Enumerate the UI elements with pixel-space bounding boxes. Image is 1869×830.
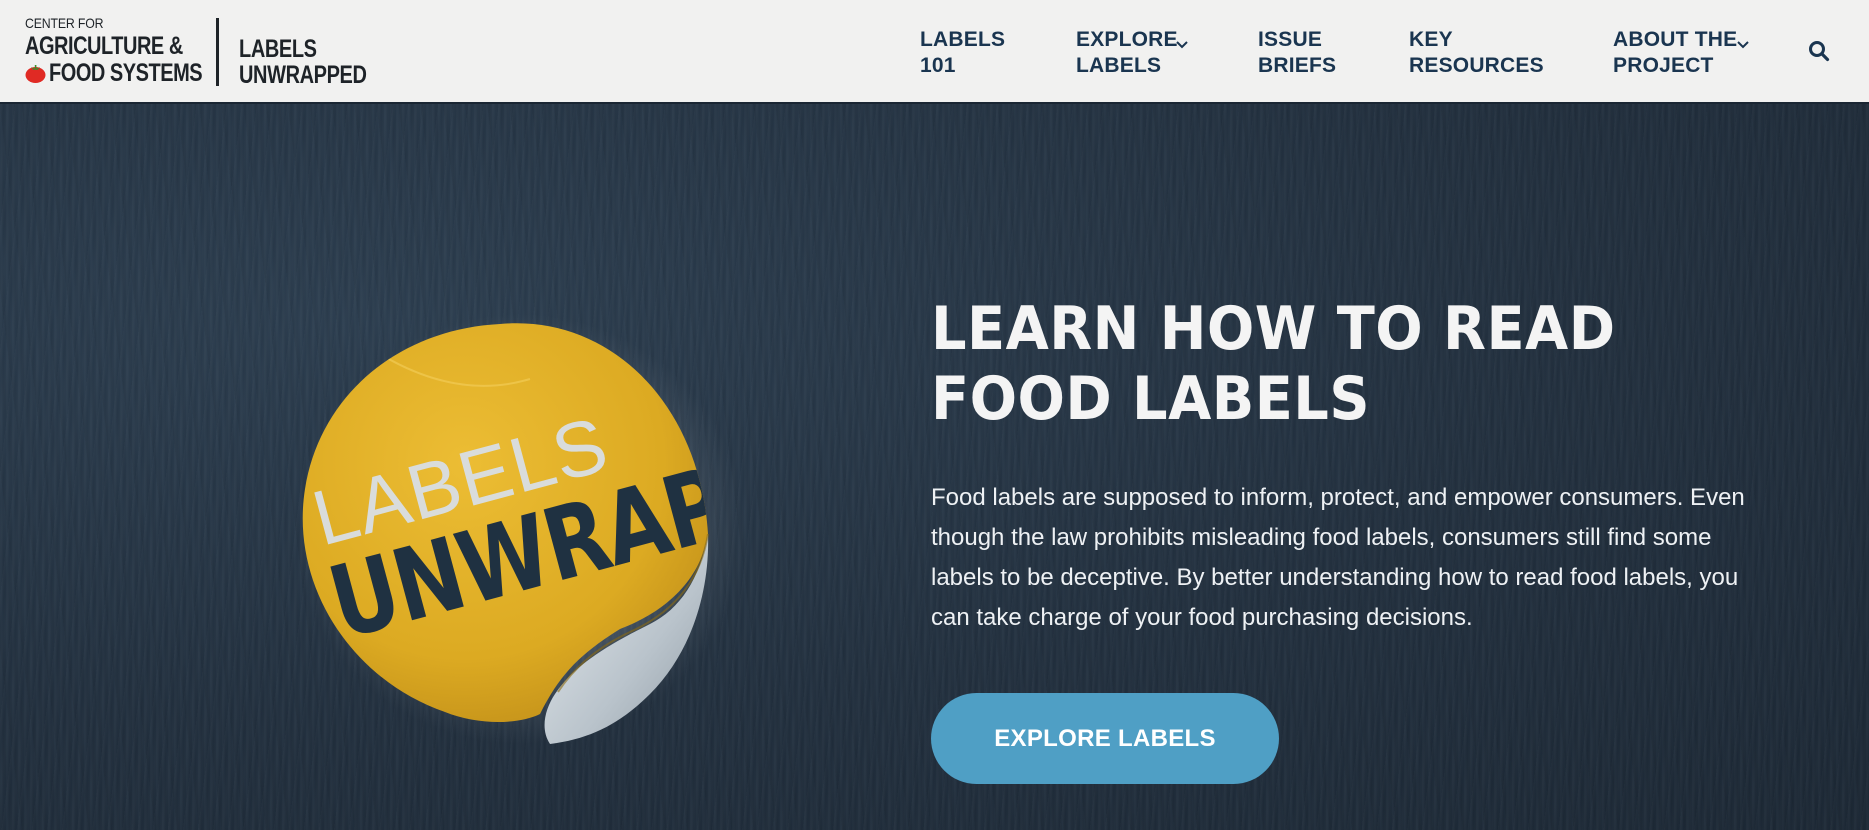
- project-line-2: UNWRAPPED: [239, 61, 367, 89]
- org-line-2: AGRICULTURE &: [25, 32, 183, 60]
- nav-item-issue-briefs[interactable]: ISSUE BRIEFS: [1258, 27, 1348, 79]
- nav-item-about-the-project[interactable]: ABOUT THE PROJECT: [1613, 27, 1753, 79]
- search-icon[interactable]: [1808, 40, 1830, 62]
- hero-title: LEARN HOW TO READ FOOD LABELS: [931, 294, 1616, 434]
- nav-label: ABOUT THE PROJECT: [1613, 28, 1738, 77]
- nav-item-explore-labels[interactable]: EXPLORE LABELS: [1076, 27, 1188, 79]
- org-logo: CENTER FOR AGRICULTURE & FOOD SYSTEMS: [25, 16, 240, 86]
- org-line-1: CENTER FOR: [25, 15, 104, 31]
- tomato-icon: [25, 65, 46, 83]
- org-line-3-row: FOOD SYSTEMS: [25, 61, 240, 86]
- org-line-3: FOOD SYSTEMS: [49, 59, 203, 87]
- chevron-down-icon: [1176, 41, 1188, 49]
- site-logo[interactable]: CENTER FOR AGRICULTURE & FOOD SYSTEMS LA…: [25, 16, 399, 88]
- nav-label: LABELS 101: [920, 28, 1006, 77]
- site-header: CENTER FOR AGRICULTURE & FOOD SYSTEMS LA…: [0, 0, 1869, 104]
- nav-label: KEY RESOURCES: [1409, 28, 1544, 77]
- hero-section: LABELS UNWRAPPED LEARN HOW TO READ FOOD …: [0, 104, 1869, 830]
- nav-label: EXPLORE LABELS: [1076, 28, 1178, 77]
- chevron-down-icon: [1737, 41, 1749, 49]
- logo-divider: [216, 18, 220, 86]
- explore-labels-button[interactable]: EXPLORE LABELS: [931, 693, 1279, 784]
- project-line-1: LABELS: [239, 35, 318, 63]
- hero-description: Food labels are supposed to inform, prot…: [931, 484, 1745, 631]
- nav-item-labels-101[interactable]: LABELS 101: [920, 27, 1010, 79]
- project-logo: LABELS UNWRAPPED: [239, 36, 398, 88]
- nav-item-key-resources[interactable]: KEY RESOURCES: [1409, 27, 1549, 79]
- labels-unwrapped-sticker: LABELS UNWRAPPED: [295, 314, 745, 744]
- nav-label: ISSUE BRIEFS: [1258, 28, 1337, 77]
